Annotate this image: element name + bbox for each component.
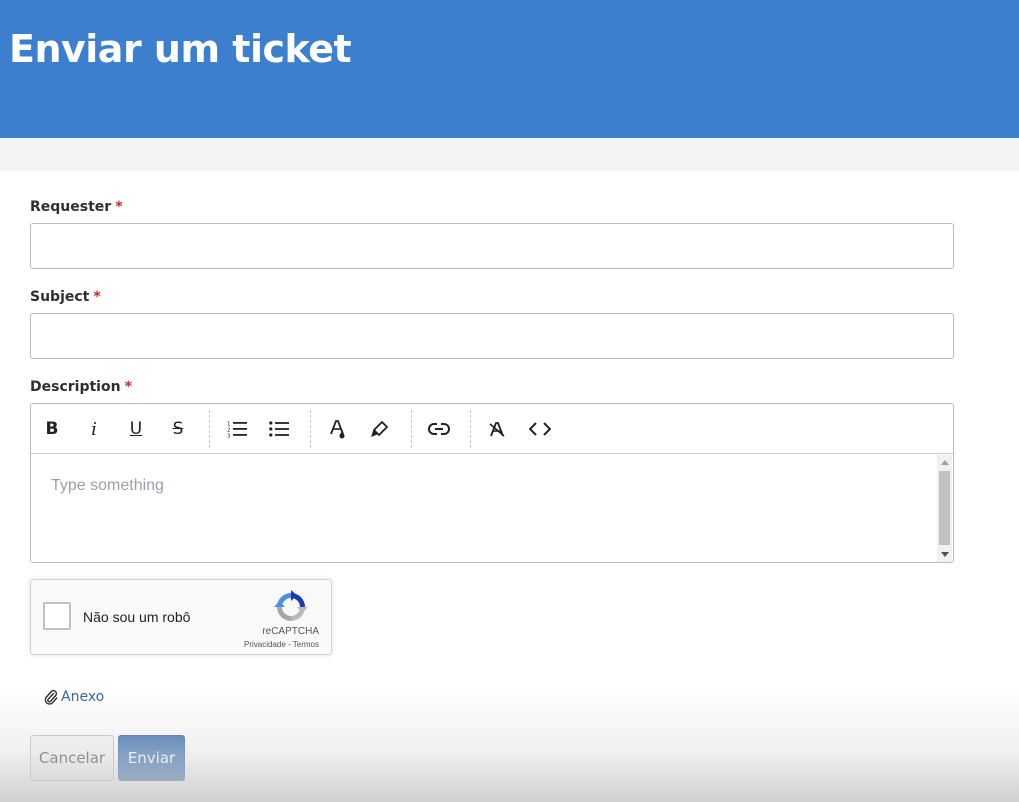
attachment-label: Anexo bbox=[61, 689, 105, 705]
subject-label: Subject * bbox=[30, 289, 101, 305]
bullet-list-icon bbox=[269, 421, 289, 437]
description-textarea[interactable]: Type something bbox=[31, 455, 937, 562]
cancel-button[interactable]: Cancelar bbox=[30, 735, 114, 781]
description-placeholder: Type something bbox=[51, 477, 164, 494]
strikethrough-icon: S bbox=[172, 419, 184, 439]
toolbar-divider bbox=[310, 410, 311, 448]
recaptcha-label: Não sou um robô bbox=[83, 609, 191, 625]
requester-label: Requester * bbox=[30, 199, 123, 215]
text-color-button[interactable] bbox=[325, 416, 351, 442]
recaptcha-widget: Não sou um robô reCAPTCHA Privacidade - … bbox=[30, 579, 332, 655]
recaptcha-brand: reCAPTCHA bbox=[262, 626, 319, 637]
code-view-button[interactable] bbox=[527, 416, 553, 442]
subject-label-text: Subject bbox=[30, 289, 90, 305]
clear-format-icon bbox=[489, 422, 505, 437]
editor-toolbar: B i U S 1 2 3 bbox=[31, 404, 953, 454]
required-marker: * bbox=[124, 379, 132, 395]
ordered-list-icon: 1 2 3 bbox=[227, 422, 247, 439]
toolbar-divider bbox=[411, 410, 412, 448]
underline-icon: U bbox=[129, 419, 143, 439]
highlighter-icon bbox=[371, 421, 388, 438]
description-label: Description * bbox=[30, 379, 132, 395]
toolbar-divider bbox=[209, 410, 210, 448]
subject-input[interactable] bbox=[30, 313, 954, 359]
highlight-button[interactable] bbox=[367, 416, 393, 442]
toolbar-divider bbox=[470, 410, 471, 448]
recaptcha-privacy-terms-links[interactable]: Privacidade - Termos bbox=[244, 640, 319, 649]
insert-link-button[interactable] bbox=[426, 416, 452, 442]
underline-button[interactable]: U bbox=[123, 416, 149, 442]
scroll-up-arrow-icon[interactable] bbox=[941, 460, 949, 465]
attachment-link[interactable]: Anexo bbox=[44, 688, 104, 706]
svg-text:3: 3 bbox=[227, 434, 231, 439]
italic-button[interactable]: i bbox=[81, 416, 107, 442]
scroll-down-arrow-icon[interactable] bbox=[941, 552, 949, 557]
required-marker: * bbox=[93, 289, 101, 305]
code-icon bbox=[529, 422, 551, 436]
bold-button[interactable]: B bbox=[39, 416, 65, 442]
text-color-icon bbox=[330, 420, 345, 439]
page-header: Enviar um ticket bbox=[0, 0, 1019, 138]
submit-button[interactable]: Enviar bbox=[118, 735, 185, 781]
paperclip-icon bbox=[44, 690, 58, 705]
recaptcha-logo-icon bbox=[274, 590, 308, 621]
recaptcha-checkbox[interactable] bbox=[43, 602, 71, 630]
strikethrough-button[interactable]: S bbox=[165, 416, 191, 442]
bullet-list-button[interactable] bbox=[266, 416, 292, 442]
description-editor: B i U S 1 2 3 Type something bbox=[30, 403, 954, 563]
editor-scrollbar[interactable] bbox=[937, 455, 952, 562]
link-icon bbox=[428, 423, 450, 435]
requester-input[interactable] bbox=[30, 223, 954, 269]
required-marker: * bbox=[115, 199, 123, 215]
requester-label-text: Requester bbox=[30, 199, 112, 215]
italic-icon: i bbox=[91, 418, 97, 440]
scrollbar-thumb[interactable] bbox=[939, 471, 950, 545]
description-label-text: Description bbox=[30, 379, 121, 395]
ordered-list-button[interactable]: 1 2 3 bbox=[224, 416, 250, 442]
bold-icon: B bbox=[45, 419, 59, 439]
clear-format-button[interactable] bbox=[484, 416, 510, 442]
page-title: Enviar um ticket bbox=[9, 27, 352, 71]
